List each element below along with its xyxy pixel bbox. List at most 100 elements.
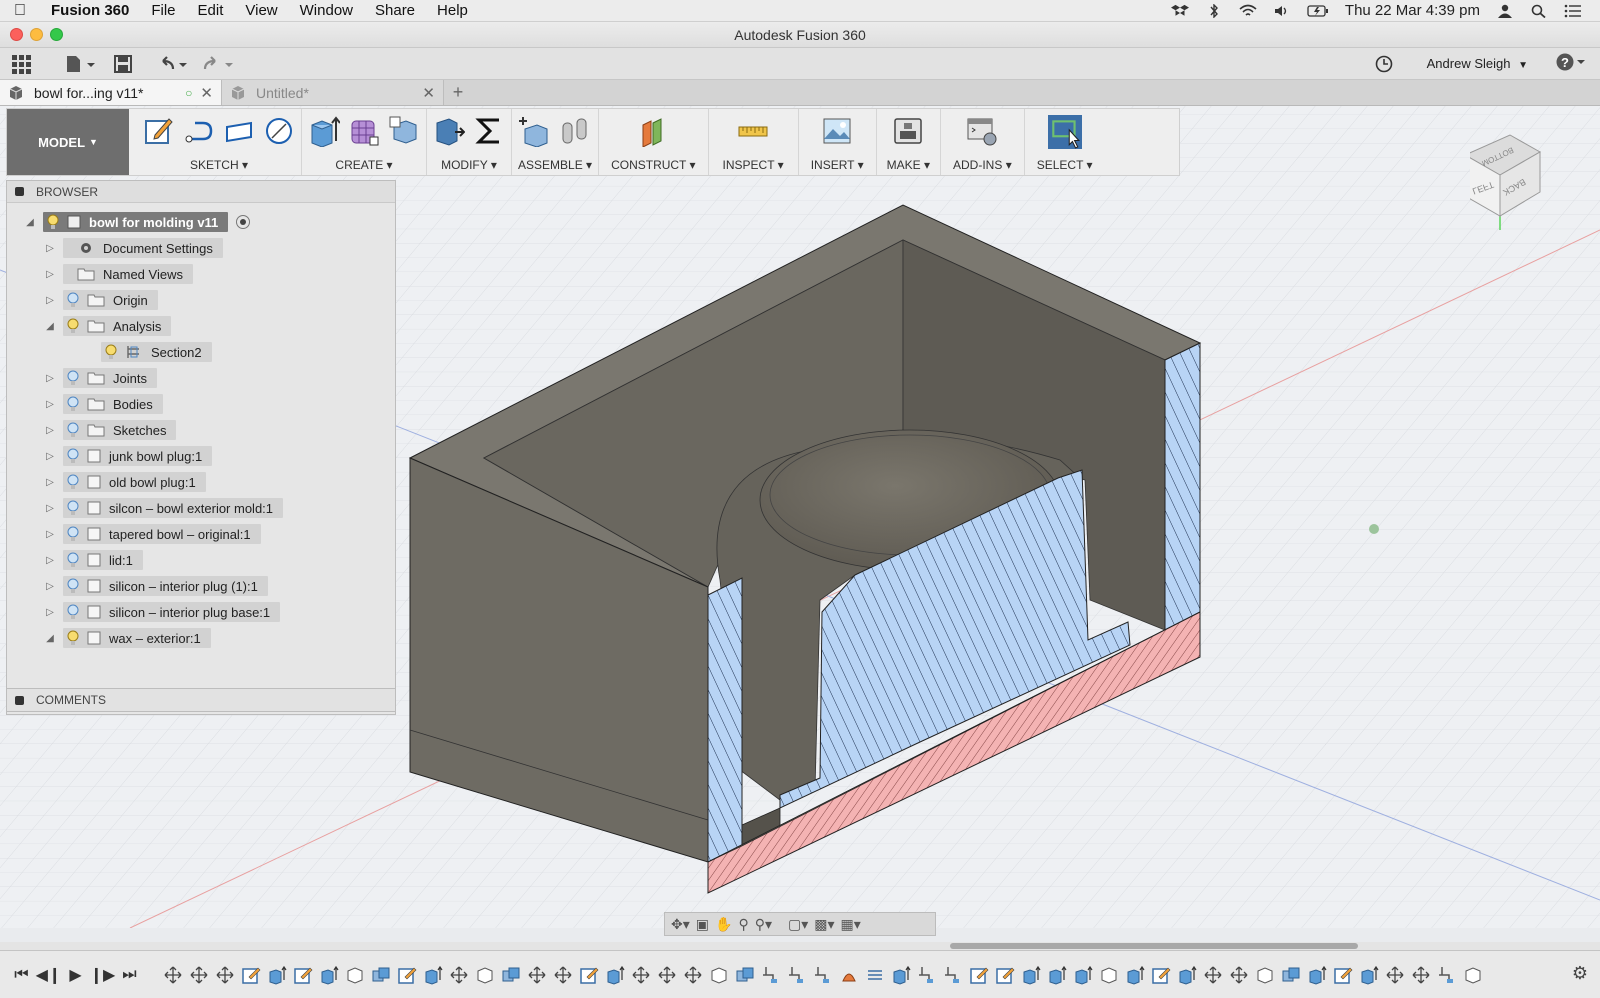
comments-header[interactable]: COMMENTS	[6, 688, 396, 712]
zoom-window-button[interactable]	[50, 28, 63, 41]
apple-icon[interactable]: 	[0, 2, 40, 20]
timeline-extrude-feature-icon[interactable]	[319, 965, 339, 985]
browser-item[interactable]: ▷ lid:1	[7, 547, 395, 573]
timeline-move-feature-icon[interactable]	[1385, 965, 1405, 985]
timeline-extrude-feature-icon[interactable]	[1073, 965, 1093, 985]
job-status-clock-icon[interactable]	[1375, 55, 1393, 73]
file-menu-button[interactable]	[62, 51, 102, 77]
browser-header[interactable]: BROWSER	[7, 181, 395, 203]
timeline-move-feature-icon[interactable]	[215, 965, 235, 985]
timeline-move-feature-icon[interactable]	[553, 965, 573, 985]
select-tool-icon[interactable]	[1045, 115, 1085, 149]
timeline-joint-feature-icon[interactable]	[813, 965, 833, 985]
clock-text[interactable]: Thu 22 Mar 4:39 pm	[1345, 2, 1480, 19]
menu-window[interactable]: Window	[289, 2, 364, 19]
panel-collapse-icon[interactable]	[15, 187, 24, 196]
wifi-icon[interactable]	[1239, 4, 1257, 18]
data-panel-grid-icon[interactable]	[6, 51, 36, 77]
visibility-bulb-icon[interactable]	[67, 422, 79, 438]
timeline-extrude-feature-icon[interactable]	[1307, 965, 1327, 985]
timeline-move-feature-icon[interactable]	[163, 965, 183, 985]
browser-item[interactable]: ▷ junk bowl plug:1	[7, 443, 395, 469]
timeline-box-feature-icon[interactable]	[345, 965, 365, 985]
3d-print-icon[interactable]	[892, 115, 924, 147]
panel-expand-icon[interactable]	[15, 695, 24, 705]
tab-document-active[interactable]: bowl for...ing v11* ○ ✕	[0, 80, 222, 105]
visibility-bulb-icon[interactable]	[67, 370, 79, 386]
collapsed-triangle-icon[interactable]: ▷	[45, 373, 55, 384]
pan-hand-icon[interactable]: ✋	[715, 916, 732, 933]
notification-center-icon[interactable]	[1564, 4, 1582, 18]
visibility-bulb-icon[interactable]	[67, 526, 79, 542]
timeline-extrude-feature-icon[interactable]	[423, 965, 443, 985]
timeline-extrude-feature-icon[interactable]	[1125, 965, 1145, 985]
timeline-joint-feature-icon[interactable]	[787, 965, 807, 985]
box-icon[interactable]	[388, 115, 420, 147]
scripts-and-add-ins-icon[interactable]	[966, 115, 998, 147]
play-icon[interactable]: ▶	[62, 963, 89, 987]
visibility-bulb-icon[interactable]	[47, 214, 59, 230]
timeline-press-feature-icon[interactable]	[839, 965, 859, 985]
browser-item[interactable]: ▷ Sketches	[7, 417, 395, 443]
bluetooth-icon[interactable]	[1205, 3, 1223, 18]
menu-app-name[interactable]: Fusion 360	[40, 2, 140, 19]
browser-item[interactable]: ▷ Bodies	[7, 391, 395, 417]
viewcube[interactable]: LEFT BACK BOTTOM Z	[1470, 130, 1580, 240]
timeline-move-feature-icon[interactable]	[631, 965, 651, 985]
browser-item[interactable]: ▷ tapered bowl – original:1	[7, 521, 395, 547]
browser-item[interactable]: ◢ wax – exterior:1	[7, 625, 395, 651]
timeline-settings-gear-icon[interactable]: ⚙	[1572, 963, 1588, 984]
construct-menu[interactable]: CONSTRUCT ▾	[611, 158, 695, 172]
timeline-box-feature-icon[interactable]	[475, 965, 495, 985]
volume-icon[interactable]	[1273, 4, 1291, 18]
redo-button[interactable]	[200, 51, 240, 77]
modify-menu[interactable]: MODIFY ▾	[441, 158, 497, 172]
timeline-sketch-feature-icon[interactable]	[293, 965, 313, 985]
orbit-icon[interactable]: ✥▾	[671, 916, 690, 933]
timeline-joint-feature-icon[interactable]	[761, 965, 781, 985]
menu-share[interactable]: Share	[364, 2, 426, 19]
user-icon[interactable]	[1496, 4, 1514, 18]
help-menu-button[interactable]: ?	[1556, 53, 1588, 74]
offset-plane-icon[interactable]	[637, 115, 669, 147]
visibility-bulb-icon[interactable]	[67, 292, 79, 308]
workspace-switcher[interactable]: MODEL ▼	[7, 109, 129, 175]
timeline-move-feature-icon[interactable]	[657, 965, 677, 985]
go-to-start-icon[interactable]: ⏮	[8, 963, 35, 987]
menu-file[interactable]: File	[140, 2, 186, 19]
collapsed-triangle-icon[interactable]: ▷	[45, 399, 55, 410]
look-at-icon[interactable]: ▣	[696, 916, 709, 933]
browser-item[interactable]: ▷ silcon – bowl exterior mold:1	[7, 495, 395, 521]
timeline-move-feature-icon[interactable]	[189, 965, 209, 985]
timeline-extrude-feature-icon[interactable]	[891, 965, 911, 985]
display-settings-icon[interactable]: ▢▾	[788, 916, 808, 933]
collapsed-triangle-icon[interactable]: ▷	[45, 269, 55, 280]
collapsed-triangle-icon[interactable]: ▷	[45, 425, 55, 436]
go-to-end-icon[interactable]: ⏭	[116, 963, 143, 987]
close-tab-icon[interactable]: ✕	[422, 84, 435, 102]
zoom-window-icon[interactable]: ⚲▾	[755, 916, 772, 933]
timeline-sketch-feature-icon[interactable]	[1333, 965, 1353, 985]
compute-all-icon[interactable]	[473, 115, 505, 147]
timeline-extrude-feature-icon[interactable]	[267, 965, 287, 985]
activate-radio-icon[interactable]	[236, 215, 251, 229]
collapsed-triangle-icon[interactable]: ▷	[45, 295, 55, 306]
battery-icon[interactable]	[1307, 4, 1329, 18]
visibility-bulb-icon[interactable]	[67, 578, 79, 594]
timeline-extrude-feature-icon[interactable]	[1359, 965, 1379, 985]
make-menu[interactable]: MAKE ▾	[887, 158, 930, 172]
timeline-move-feature-icon[interactable]	[1229, 965, 1249, 985]
timeline-extrude-feature-icon[interactable]	[1047, 965, 1067, 985]
timeline-extrude-feature-icon[interactable]	[1021, 965, 1041, 985]
user-account-menu[interactable]: Andrew Sleigh ▼	[1427, 56, 1528, 71]
undo-button[interactable]	[154, 51, 194, 77]
expanded-triangle-icon[interactable]: ◢	[45, 633, 55, 644]
save-icon[interactable]	[108, 51, 138, 77]
new-tab-button[interactable]: +	[444, 80, 472, 105]
create-sketch-icon[interactable]	[143, 115, 175, 147]
collapsed-triangle-icon[interactable]: ▷	[45, 503, 55, 514]
add-ins-menu[interactable]: ADD-INS ▾	[953, 158, 1012, 172]
visibility-bulb-icon[interactable]	[67, 500, 79, 516]
visibility-bulb-icon[interactable]	[67, 318, 79, 334]
browser-item[interactable]: ▷ Origin	[7, 287, 395, 313]
